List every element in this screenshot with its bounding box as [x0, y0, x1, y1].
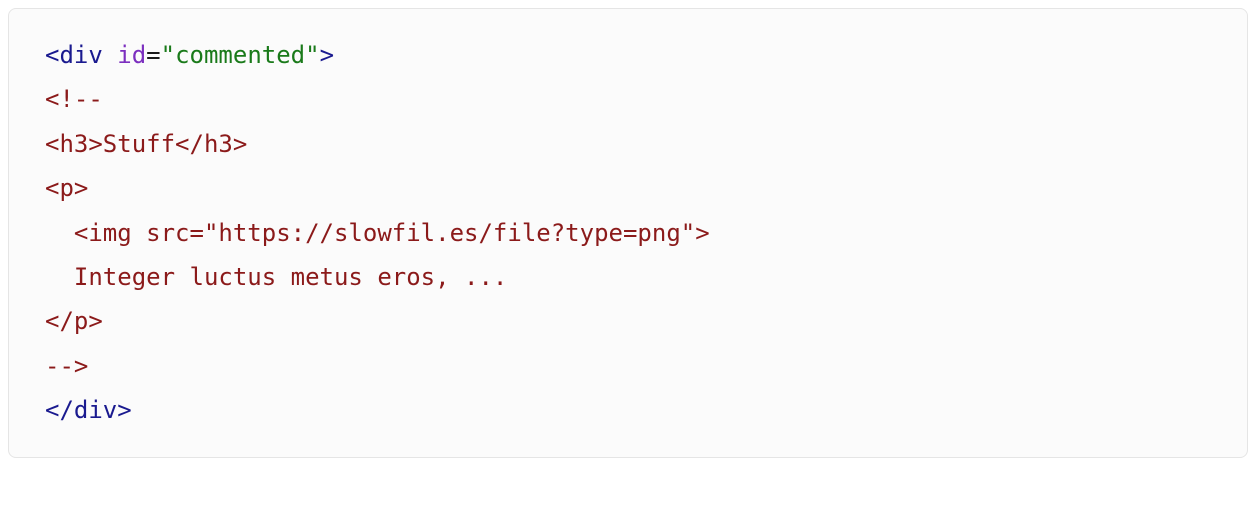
code-line-1: <div id="commented"> [45, 41, 334, 69]
comment-line-h3: <h3>Stuff</h3> [45, 130, 247, 158]
comment-line-text: Integer luctus metus eros, ... [45, 263, 507, 291]
space [103, 41, 117, 69]
code-block: <div id="commented"> <!-- <h3>Stuff</h3>… [8, 8, 1248, 458]
comment-line-img: <img src="https://slowfil.es/file?type=p… [45, 219, 710, 247]
tag-close-bracket: > [117, 396, 131, 424]
tag-name-div: div [59, 41, 102, 69]
comment-line-p-open: <p> [45, 174, 88, 202]
attr-value-commented: "commented" [161, 41, 320, 69]
tag-open-bracket: < [45, 41, 59, 69]
code-line-9: </div> [45, 396, 132, 424]
attr-name-id: id [117, 41, 146, 69]
attr-equals: = [146, 41, 160, 69]
tag-name-div-close: div [74, 396, 117, 424]
comment-open: <!-- [45, 85, 103, 113]
comment-line-p-close: </p> [45, 307, 103, 335]
comment-close: --> [45, 352, 88, 380]
tag-close-bracket: > [320, 41, 334, 69]
tag-open-bracket: </ [45, 396, 74, 424]
